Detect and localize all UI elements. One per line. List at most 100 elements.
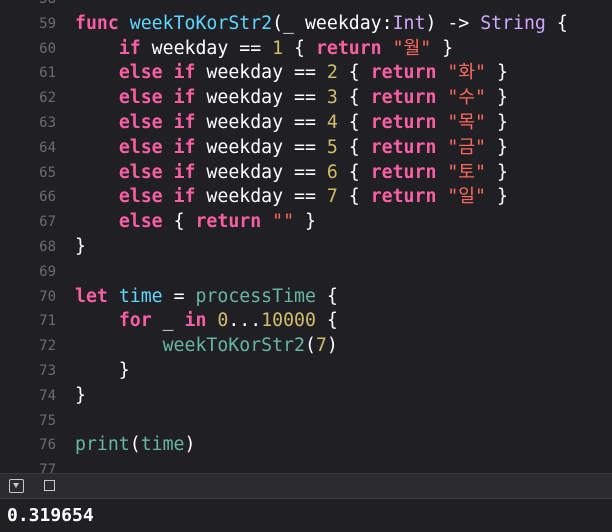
line-number: 73 bbox=[39, 363, 56, 379]
line-number: 65 bbox=[39, 164, 56, 181]
code-token: else bbox=[118, 211, 163, 233]
code-token: } bbox=[486, 87, 508, 109]
code-line[interactable]: 59 func weekToKorStr2(_ weekday:Int) -> S… bbox=[0, 12, 612, 36]
code-token: let bbox=[75, 285, 108, 307]
code-token: "" bbox=[272, 211, 295, 233]
line-number: 58 bbox=[0, 0, 56, 11]
code-token: { bbox=[337, 62, 371, 84]
code-line[interactable]: 72 weekToKorStr2(7) bbox=[0, 334, 612, 358]
code-token: weekToKorStr2 bbox=[162, 335, 305, 357]
code-line[interactable]: 65 else if weekday == 6 { return "토" } bbox=[0, 161, 612, 185]
code-line[interactable]: 77 bbox=[0, 458, 612, 473]
code-token: weekToKorStr2 bbox=[129, 12, 273, 34]
line-number: 75 bbox=[39, 412, 56, 429]
code-line[interactable]: 73 } bbox=[0, 359, 612, 383]
code-token: print bbox=[75, 434, 130, 456]
code-token: { bbox=[283, 37, 316, 59]
code-token: { bbox=[337, 186, 371, 208]
code-token: } bbox=[486, 62, 508, 84]
code-line[interactable]: 74} bbox=[0, 384, 612, 408]
code-token: "목" bbox=[447, 112, 486, 133]
code-line[interactable]: 70 let time = processTime { bbox=[0, 285, 612, 309]
code-text: weekToKorStr2(7) bbox=[75, 334, 338, 358]
code-line[interactable]: 75 bbox=[0, 409, 612, 433]
code-token: "토" bbox=[447, 161, 486, 183]
code-line[interactable]: 58 bbox=[0, 0, 612, 11]
code-token: time bbox=[118, 285, 163, 307]
code-token: 4 bbox=[326, 112, 338, 133]
code-token: weekday == bbox=[195, 136, 327, 158]
code-token: if bbox=[118, 37, 141, 59]
code-line[interactable]: 60 if weekday == 1 { return "월" } bbox=[0, 37, 612, 61]
code-token: "수" bbox=[447, 87, 486, 109]
code-token: } bbox=[75, 360, 130, 381]
code-line[interactable]: 76 print(time) bbox=[0, 433, 612, 457]
code-token: 7 bbox=[315, 335, 327, 357]
line-number: 60 bbox=[39, 40, 56, 57]
code-token: return bbox=[370, 186, 437, 208]
code-line[interactable]: 62 else if weekday == 3 { return "수" } bbox=[0, 86, 612, 110]
line-number: 70 bbox=[39, 288, 56, 305]
code-text: else if weekday == 6 { return "토" } bbox=[75, 161, 508, 185]
code-token: { bbox=[162, 211, 196, 233]
line-number: 67 bbox=[39, 214, 56, 231]
code-token: if bbox=[173, 186, 196, 208]
code-token: 7 bbox=[326, 186, 338, 208]
code-token: 6 bbox=[326, 161, 338, 183]
code-line[interactable]: 68} bbox=[0, 235, 612, 259]
line-number: 77 bbox=[39, 462, 56, 473]
line-number: 61 bbox=[39, 65, 56, 82]
code-token: } bbox=[75, 236, 86, 257]
code-token: } bbox=[486, 186, 508, 208]
code-token: return bbox=[370, 112, 437, 133]
code-token: return bbox=[370, 62, 437, 84]
code-text: if weekday == 1 { return "월" } bbox=[75, 37, 453, 61]
code-token: return bbox=[195, 211, 262, 233]
code-line[interactable]: 67 else { return "" } bbox=[0, 210, 612, 234]
hide-debug-area-icon[interactable] bbox=[9, 479, 24, 493]
code-editor[interactable]: 5859func weekToKorStr2(_ weekday:Int) ->… bbox=[0, 0, 612, 473]
code-text: } bbox=[75, 384, 86, 408]
code-line[interactable]: 61 else if weekday == 2 { return "화" } bbox=[0, 61, 612, 85]
code-token: { bbox=[315, 285, 338, 307]
code-token: if bbox=[173, 87, 196, 109]
code-token: weekday == bbox=[195, 62, 327, 84]
code-line[interactable]: 64 else if weekday == 5 { return "금" } bbox=[0, 136, 612, 160]
code-text: for _ in 0...10000 { bbox=[75, 309, 338, 333]
line-number: 71 bbox=[39, 313, 56, 330]
code-token: } bbox=[486, 136, 508, 158]
code-token: weekday == bbox=[195, 87, 327, 109]
code-line[interactable]: 66 else if weekday == 7 { return "일" } bbox=[0, 185, 612, 209]
debug-bar bbox=[0, 473, 612, 499]
code-token: { bbox=[545, 12, 568, 34]
code-token: if bbox=[173, 136, 196, 158]
code-token: return bbox=[315, 37, 382, 59]
code-line[interactable]: 63 else if weekday == 4 { return "목" } bbox=[0, 111, 612, 135]
code-token: "일" bbox=[447, 186, 486, 208]
code-line[interactable]: 69 bbox=[0, 260, 612, 284]
code-token: { bbox=[337, 161, 371, 183]
code-token: { bbox=[315, 310, 338, 332]
console-split-icon[interactable] bbox=[44, 480, 55, 491]
code-token: else bbox=[118, 62, 163, 84]
code-token: return bbox=[370, 161, 437, 183]
console-area[interactable]: 0.319654 bbox=[0, 499, 612, 532]
console-output: 0.319654 bbox=[7, 505, 94, 526]
code-line[interactable]: 71 for _ in 0...10000 { bbox=[0, 309, 612, 333]
code-token: return bbox=[370, 87, 437, 109]
